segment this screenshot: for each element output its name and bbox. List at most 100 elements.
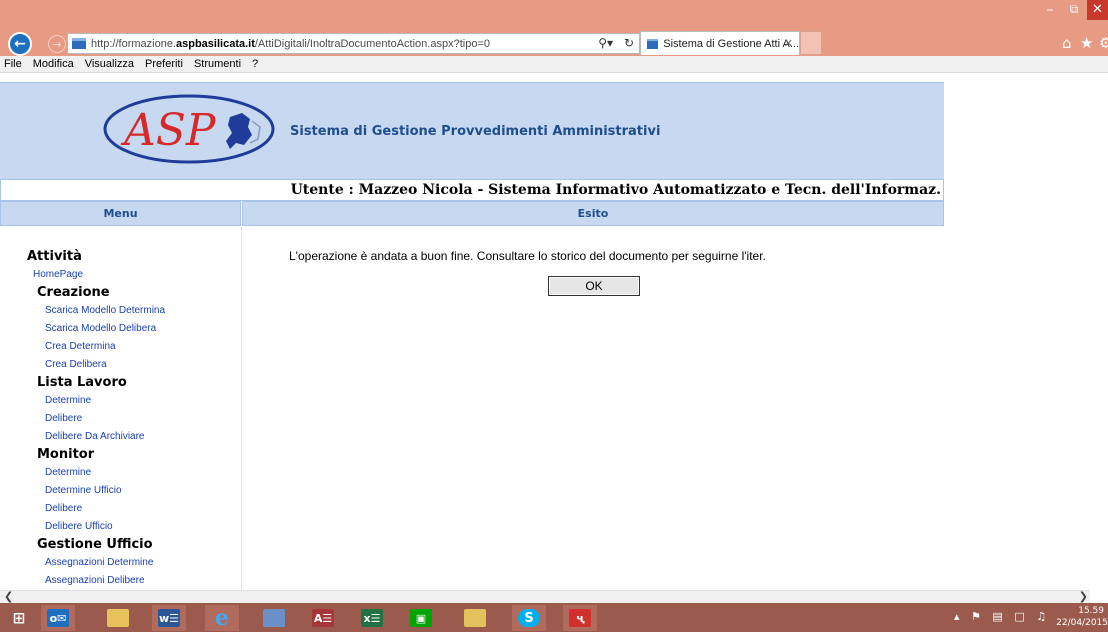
nav-list: Attività HomePage Creazione Scarica Mode… bbox=[0, 248, 240, 590]
taskbar: ⊞ o✉ w☰ e A☰ x☰ ▣ S ҷ ▴ ⚑ ▤ □ ♫ 15.59 22… bbox=[0, 603, 1108, 632]
section-lista-lavoro: Lista Lavoro bbox=[37, 375, 127, 390]
minimize-icon[interactable]: – bbox=[1040, 2, 1060, 18]
menu-file[interactable]: File bbox=[4, 58, 22, 70]
taskbar-acrobat[interactable]: ҷ bbox=[563, 605, 597, 631]
tab-favicon-icon bbox=[647, 38, 659, 49]
skype-icon: S bbox=[518, 609, 540, 627]
new-tab-button[interactable] bbox=[800, 31, 822, 55]
region-map-icon bbox=[226, 113, 252, 149]
sidebar-item-assegnazioni-determine[interactable]: Assegnazioni Determine bbox=[45, 554, 240, 572]
result-panel: L'operazione è andata a buon fine. Consu… bbox=[243, 226, 944, 590]
home-icon[interactable]: ⌂ bbox=[1062, 34, 1072, 52]
address-bar[interactable]: http://formazione.aspbasilicata.it/AttiD… bbox=[67, 33, 640, 54]
windows-logo-icon: ⊞ bbox=[12, 609, 26, 627]
section-creazione: Creazione bbox=[37, 285, 110, 300]
taskbar-photos[interactable] bbox=[458, 605, 492, 631]
clock-date[interactable]: 22/04/2015 bbox=[1056, 618, 1108, 628]
window-close-icon[interactable]: ✕ bbox=[1087, 0, 1108, 20]
asp-logo: ASP bbox=[103, 94, 275, 164]
favorites-star-icon[interactable]: ★ bbox=[1080, 34, 1093, 52]
outlook-icon: o✉ bbox=[47, 609, 69, 627]
page-content: ASP Sistema di Gestione Provvedimenti Am… bbox=[0, 74, 1090, 590]
user-info-bar: Utente : Mazzeo Nicola - Sistema Informa… bbox=[0, 179, 944, 201]
section-gestione-ufficio: Gestione Ufficio bbox=[37, 537, 153, 552]
browser-menubar: File Modifica Visualizza Preferiti Strum… bbox=[0, 56, 1108, 73]
system-tray: ▴ ⚑ ▤ □ ♫ 15.59 22/04/2015 bbox=[948, 603, 1108, 632]
browser-tab[interactable]: Sistema di Gestione Atti A... ✕ bbox=[640, 31, 800, 55]
sidebar-item-assegnazioni-delibere[interactable]: Assegnazioni Delibere bbox=[45, 572, 240, 590]
menu-strumenti[interactable]: Strumenti bbox=[194, 58, 241, 70]
acrobat-icon: ҷ bbox=[569, 609, 591, 627]
action-center-icon[interactable]: ⚑ bbox=[971, 610, 985, 623]
app-title: Sistema di Gestione Provvedimenti Ammini… bbox=[290, 124, 661, 139]
url-text[interactable]: http://formazione.aspbasilicata.it/AttiD… bbox=[91, 38, 490, 50]
tab-title: Sistema di Gestione Atti A... bbox=[663, 37, 799, 50]
taskbar-explorer[interactable] bbox=[101, 605, 135, 631]
result-header: Esito bbox=[242, 201, 944, 226]
region-outline-icon bbox=[249, 120, 261, 144]
url-prefix: http://formazione. bbox=[91, 37, 176, 50]
excel-icon: x☰ bbox=[361, 609, 383, 627]
back-arrow-icon: ← bbox=[14, 36, 26, 52]
sidebar-item-monitor-delibere-ufficio[interactable]: Delibere Ufficio bbox=[45, 518, 240, 536]
sidebar-item-monitor-determine-ufficio[interactable]: Determine Ufficio bbox=[45, 482, 240, 500]
menu-modifica[interactable]: Modifica bbox=[33, 58, 74, 70]
section-attivita: Attività bbox=[27, 249, 82, 264]
photos-icon bbox=[464, 609, 486, 627]
taskbar-access[interactable]: A☰ bbox=[306, 605, 340, 631]
vertical-scrollbar[interactable] bbox=[1090, 74, 1108, 603]
taskbar-store[interactable]: ▣ bbox=[404, 605, 438, 631]
forward-arrow-icon: → bbox=[52, 37, 62, 51]
sidebar-item-crea-determina[interactable]: Crea Determina bbox=[45, 338, 240, 356]
taskbar-excel[interactable]: x☰ bbox=[355, 605, 389, 631]
page-favicon-icon bbox=[72, 38, 86, 49]
taskbar-word[interactable]: w☰ bbox=[152, 605, 186, 631]
word-icon: w☰ bbox=[158, 609, 180, 627]
start-button[interactable]: ⊞ bbox=[2, 605, 36, 631]
sidebar-item-monitor-delibere[interactable]: Delibere bbox=[45, 500, 240, 518]
sidebar-item-lista-determine[interactable]: Determine bbox=[45, 392, 240, 410]
horizontal-scrollbar[interactable]: ❮ ❯ bbox=[0, 590, 1090, 603]
tray-icons[interactable]: ▴ ⚑ ▤ □ ♫ bbox=[954, 610, 1050, 623]
menu-header: Menu bbox=[0, 201, 241, 226]
network-icon[interactable]: ▤ bbox=[992, 610, 1006, 623]
sidebar-item-lista-delibere[interactable]: Delibere bbox=[45, 410, 240, 428]
gear-icon[interactable]: ⚙ bbox=[1099, 34, 1108, 52]
sidebar-item-scarica-modello-delibera[interactable]: Scarica Modello Delibera bbox=[45, 320, 240, 338]
sidebar-item-monitor-determine[interactable]: Determine bbox=[45, 464, 240, 482]
taskbar-internet-explorer[interactable]: e bbox=[205, 605, 239, 631]
access-icon: A☰ bbox=[312, 609, 334, 627]
tray-expand-icon[interactable]: ▴ bbox=[954, 610, 964, 623]
sidebar-item-scarica-modello-determina[interactable]: Scarica Modello Determina bbox=[45, 302, 240, 320]
refresh-icon[interactable]: ↻ bbox=[624, 36, 634, 50]
display-icon[interactable]: □ bbox=[1014, 610, 1028, 623]
tab-close-icon[interactable]: ✕ bbox=[784, 37, 793, 50]
result-message: L'operazione è andata a buon fine. Consu… bbox=[289, 249, 766, 263]
search-dropdown-icon[interactable]: ⚲▾ bbox=[598, 36, 613, 50]
back-button[interactable]: ← bbox=[8, 32, 32, 56]
sidebar-item-delibere-da-archiviare[interactable]: Delibere Da Archiviare bbox=[45, 428, 240, 446]
menu-help[interactable]: ? bbox=[252, 58, 258, 70]
taskbar-skype[interactable]: S bbox=[512, 605, 546, 631]
url-domain: aspbasilicata.it bbox=[176, 37, 255, 50]
header-banner: ASP Sistema di Gestione Provvedimenti Am… bbox=[0, 82, 944, 179]
menu-preferiti[interactable]: Preferiti bbox=[145, 58, 183, 70]
internet-explorer-icon: e bbox=[215, 605, 229, 631]
url-path: /AttiDigitali/InoltraDocumentoAction.asp… bbox=[254, 37, 490, 50]
logo-text: ASP bbox=[120, 105, 217, 156]
taskbar-remote-desktop[interactable] bbox=[257, 605, 291, 631]
restore-icon[interactable]: ⧉ bbox=[1064, 2, 1084, 17]
browser-titlebar: ← → http://formazione.aspbasilicata.it/A… bbox=[0, 0, 1108, 56]
clock-time[interactable]: 15.59 bbox=[1078, 606, 1104, 616]
volume-icon[interactable]: ♫ bbox=[1036, 610, 1050, 623]
forward-button[interactable]: → bbox=[48, 35, 66, 53]
menu-visualizza[interactable]: Visualizza bbox=[85, 58, 134, 70]
scroll-left-icon[interactable]: ❮ bbox=[4, 590, 13, 603]
sidebar-item-homepage[interactable]: HomePage bbox=[33, 266, 240, 284]
sidebar-menu: Attività HomePage Creazione Scarica Mode… bbox=[0, 226, 242, 590]
ok-button[interactable]: OK bbox=[548, 276, 640, 296]
section-monitor: Monitor bbox=[37, 447, 95, 462]
taskbar-outlook[interactable]: o✉ bbox=[41, 605, 75, 631]
scroll-right-icon[interactable]: ❯ bbox=[1079, 590, 1088, 603]
sidebar-item-crea-delibera[interactable]: Crea Delibera bbox=[45, 356, 240, 374]
